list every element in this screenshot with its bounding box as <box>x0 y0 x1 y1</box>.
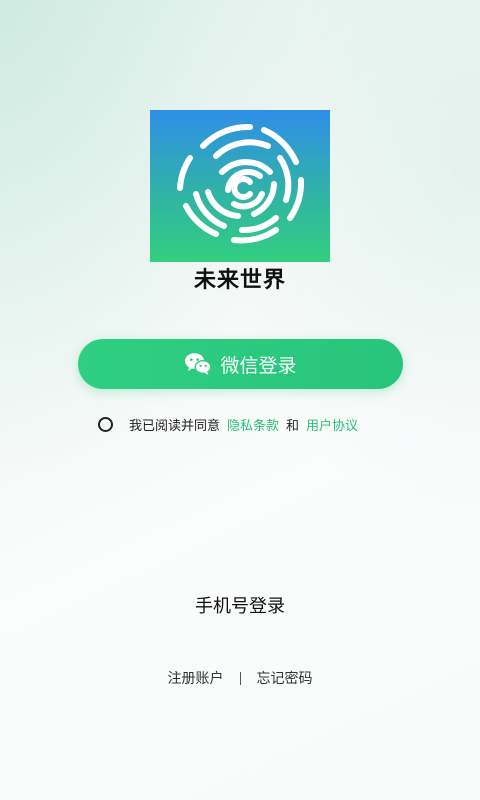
agreement-row: 我已阅读并同意 隐私条款 和 用户协议 <box>98 412 358 436</box>
agreement-checkbox[interactable] <box>98 416 113 432</box>
phone-login-button[interactable]: 手机号登录 <box>0 592 480 618</box>
footer-divider <box>239 671 241 685</box>
privacy-policy-link[interactable]: 隐私条款 <box>227 415 279 434</box>
agreement-prefix: 我已阅读并同意 <box>129 418 221 434</box>
user-agreement-link[interactable]: 用户协议 <box>306 415 358 434</box>
register-link[interactable]: 注册账户 <box>168 668 224 688</box>
forgot-password-link[interactable]: 忘记密码 <box>257 668 313 688</box>
wechat-icon <box>184 352 212 376</box>
agreement-and: 和 <box>286 418 300 434</box>
app-name: 未来世界 <box>193 268 286 293</box>
wechat-login-label: 微信登录 <box>220 354 297 377</box>
app-logo <box>150 110 330 262</box>
fingerprint-spiral-icon <box>177 123 305 244</box>
footer-links: 注册账户 忘记密码 <box>0 668 480 688</box>
wechat-login-button[interactable]: 微信登录 <box>78 339 403 389</box>
